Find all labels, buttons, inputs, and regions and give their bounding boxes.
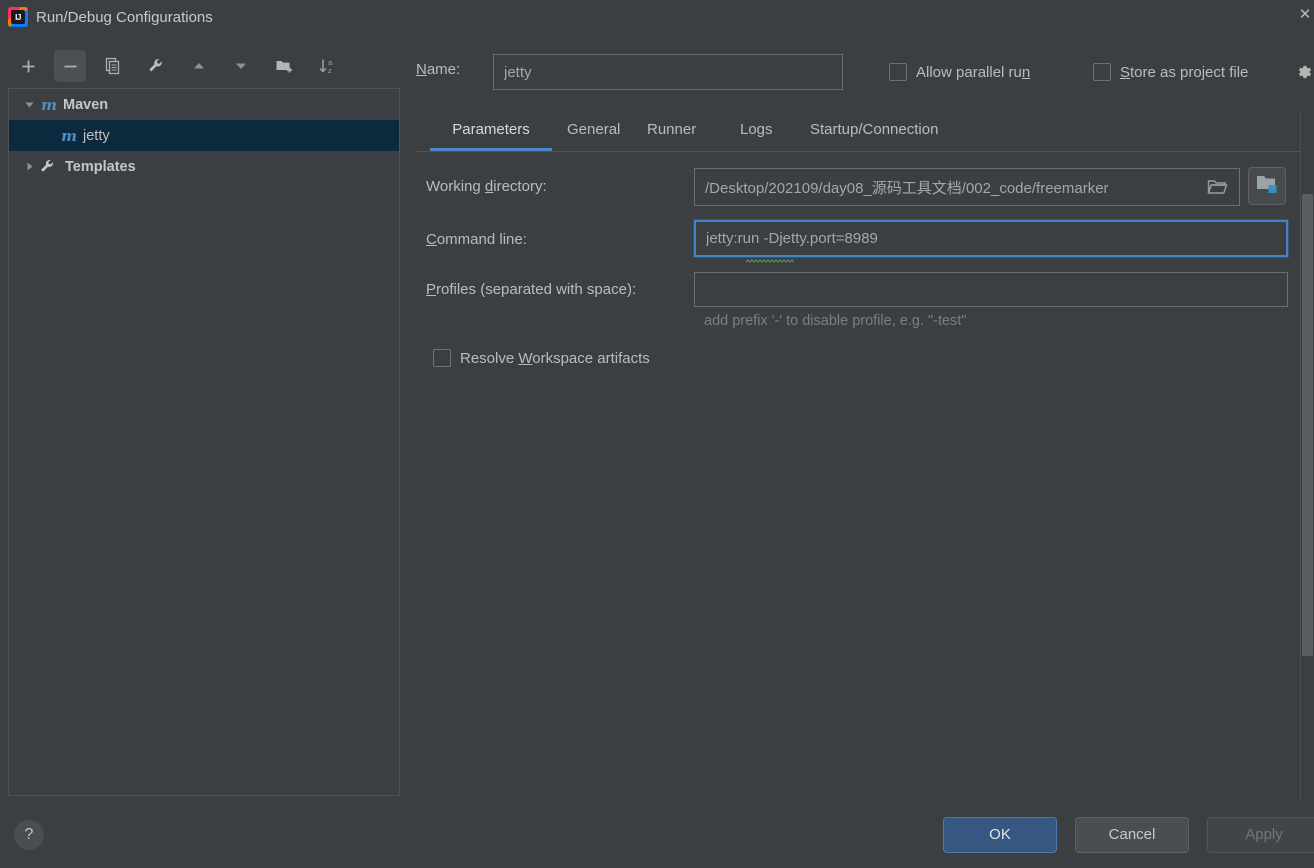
folder-plus-icon — [275, 57, 294, 75]
store-as-project-file-label: Store as project file — [1120, 63, 1249, 81]
cancel-button[interactable]: Cancel — [1075, 817, 1189, 853]
store-as-project-file-checkbox[interactable]: Store as project file — [1093, 63, 1248, 81]
arrow-down-icon — [232, 57, 250, 75]
tree-item-maven[interactable]: m Maven — [9, 89, 399, 120]
name-input[interactable] — [493, 54, 843, 90]
move-up-button[interactable] — [183, 50, 215, 82]
resolve-workspace-artifacts-label: Resolve Workspace artifacts — [460, 349, 650, 367]
working-directory-macro-button[interactable] — [1248, 167, 1286, 205]
vertical-scrollbar-track[interactable] — [1301, 96, 1314, 800]
spellcheck-squiggle — [745, 250, 820, 263]
allow-parallel-run-label: Allow parallel run — [916, 63, 1031, 81]
tree-item-label: Templates — [65, 158, 136, 175]
add-configuration-button[interactable] — [12, 50, 44, 82]
gear-icon[interactable] — [1294, 62, 1314, 82]
tree-item-label: Maven — [63, 96, 109, 113]
folder-open-icon[interactable] — [1205, 175, 1229, 199]
tab-runner[interactable]: Runner — [647, 112, 696, 151]
checkbox-box[interactable] — [1093, 63, 1111, 81]
plus-icon — [20, 58, 37, 75]
tree-item-label: jetty — [83, 127, 110, 144]
tree-item-templates[interactable]: Templates — [9, 151, 399, 182]
new-folder-button[interactable] — [268, 50, 300, 82]
name-label: Name: — [416, 61, 461, 78]
checkbox-box[interactable] — [889, 63, 907, 81]
copy-configuration-button[interactable] — [97, 50, 129, 82]
remove-configuration-button[interactable] — [54, 50, 86, 82]
sort-az-icon: a z — [318, 57, 337, 76]
folder-module-icon — [1256, 174, 1278, 199]
chevron-right-icon[interactable] — [19, 157, 39, 177]
working-directory-input[interactable] — [694, 168, 1240, 206]
ok-button[interactable]: OK — [943, 817, 1057, 853]
profiles-label: Profiles (separated with space): — [426, 281, 637, 298]
profiles-hint: add prefix '-' to disable profile, e.g. … — [704, 313, 967, 329]
chevron-down-icon[interactable] — [19, 95, 39, 115]
window-title: Run/Debug Configurations — [36, 9, 213, 26]
apply-button[interactable]: Apply — [1207, 817, 1314, 853]
copy-icon — [104, 57, 122, 75]
working-directory-label: Working directory: — [426, 178, 547, 195]
move-down-button[interactable] — [225, 50, 257, 82]
title-bar: IJ Run/Debug Configurations ✕ — [0, 0, 1314, 36]
profiles-input[interactable] — [694, 272, 1288, 307]
tab-logs[interactable]: Logs — [740, 112, 773, 151]
command-line-label: Command line: — [426, 231, 527, 248]
sort-alphabetically-button[interactable]: a z — [311, 50, 343, 82]
tab-startup-connection[interactable]: Startup/Connection — [810, 112, 938, 151]
help-button[interactable]: ? — [14, 820, 44, 850]
wrench-icon — [39, 158, 61, 175]
wrench-icon — [147, 57, 165, 75]
intellij-idea-icon: IJ — [8, 7, 28, 27]
tab-parameters[interactable]: Parameters — [430, 112, 552, 151]
configurations-tree[interactable]: m Maven m jetty Templates — [8, 88, 400, 796]
arrow-up-icon — [190, 57, 208, 75]
maven-m-icon: m — [61, 126, 77, 145]
tab-general[interactable]: General — [567, 112, 620, 151]
allow-parallel-run-checkbox[interactable]: Allow parallel run — [889, 63, 1030, 81]
maven-m-icon: m — [41, 95, 57, 114]
edit-templates-button[interactable] — [140, 50, 172, 82]
configurations-toolbar: a z — [0, 48, 404, 86]
checkbox-box[interactable] — [433, 349, 451, 367]
vertical-scrollbar-thumb[interactable] — [1302, 194, 1313, 656]
svg-text:z: z — [328, 66, 332, 75]
resolve-workspace-artifacts-checkbox[interactable]: Resolve Workspace artifacts — [433, 349, 650, 367]
minus-icon — [62, 58, 79, 75]
parameters-tabs: Parameters General Runner Logs Startup/C… — [416, 112, 1300, 152]
tree-item-jetty[interactable]: m jetty — [9, 120, 399, 151]
close-icon[interactable]: ✕ — [1290, 3, 1314, 27]
